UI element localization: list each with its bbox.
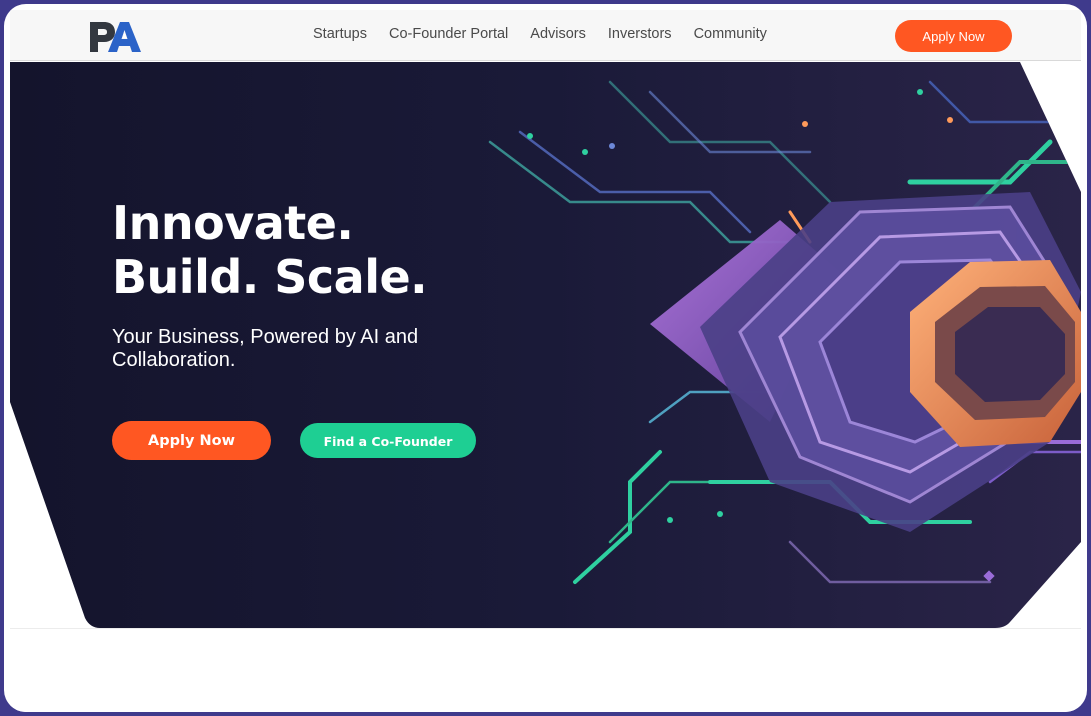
hero-title: Innovate. Build. Scale. — [112, 196, 428, 304]
nav-link-startups[interactable]: Startups — [313, 24, 367, 44]
hero-title-line-2: Build. Scale. — [112, 250, 428, 304]
hero-subtitle: Your Business, Powered by AI and Collabo… — [112, 326, 419, 371]
nav-link-investors[interactable]: Inverstors — [608, 24, 672, 44]
main-nav: Startups Co-Founder Portal Advisors Inve… — [313, 24, 789, 44]
browser-frame: Startups Co-Founder Portal Advisors Inve… — [4, 4, 1087, 712]
pa-logo[interactable] — [87, 19, 143, 55]
hero-apply-button[interactable]: Apply Now — [112, 421, 271, 460]
nav-link-advisors[interactable]: Advisors — [530, 24, 586, 44]
nav-link-community[interactable]: Community — [694, 24, 767, 44]
find-cofounder-button[interactable]: Find a Co-Founder — [300, 423, 476, 458]
top-navbar: Startups Co-Founder Portal Advisors Inve… — [10, 10, 1081, 61]
hero-title-line-1: Innovate. — [112, 196, 354, 250]
hero-section: Innovate. Build. Scale. Your Business, P… — [10, 62, 1081, 628]
below-fold-area — [10, 628, 1081, 712]
nav-apply-button[interactable]: Apply Now — [895, 20, 1012, 52]
nav-link-cofounder-portal[interactable]: Co-Founder Portal — [389, 24, 508, 44]
